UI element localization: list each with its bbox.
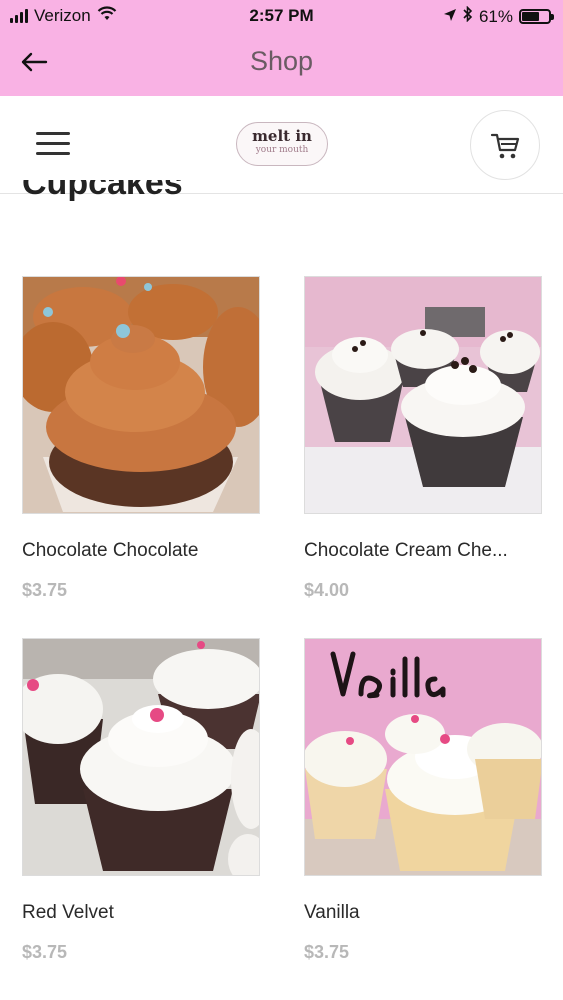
product-name: Red Velvet xyxy=(22,902,114,923)
location-arrow-icon xyxy=(443,7,457,27)
product-card[interactable]: Vanilla $3.75 xyxy=(304,638,542,963)
menu-icon xyxy=(36,132,70,155)
product-image-red-velvet[interactable] xyxy=(22,638,260,876)
status-bar: Verizon 2:57 PM 61% xyxy=(0,0,563,32)
logo-sub-text: your mouth xyxy=(255,145,309,155)
product-image-chocolate-chocolate[interactable] xyxy=(22,276,260,514)
product-name: Vanilla xyxy=(304,902,360,923)
cart-button[interactable] xyxy=(470,110,540,180)
battery-percent: 61% xyxy=(478,6,513,26)
product-price: $4.00 xyxy=(304,580,350,600)
logo-main-text: melt in xyxy=(252,127,312,145)
product-name: Chocolate Cream Che... xyxy=(304,540,508,561)
product-price: $3.75 xyxy=(304,942,350,962)
product-image-chocolate-cream-cheese[interactable] xyxy=(304,276,542,514)
cart-icon xyxy=(490,133,520,159)
page-title: Shop xyxy=(249,46,314,76)
menu-button[interactable] xyxy=(36,132,70,160)
product-card[interactable]: Chocolate Cream Che... $4.00 xyxy=(304,276,542,601)
bluetooth-icon xyxy=(463,5,473,27)
nav-bar: Shop xyxy=(0,36,563,92)
product-image-vanilla[interactable] xyxy=(304,638,542,876)
product-name: Chocolate Chocolate xyxy=(22,540,199,561)
product-card[interactable]: Chocolate Chocolate $3.75 xyxy=(22,276,260,601)
app-header: Verizon 2:57 PM 61% Shop xyxy=(0,0,563,96)
store-logo[interactable]: melt in your mouth xyxy=(236,122,328,166)
product-price: $3.75 xyxy=(22,580,68,600)
product-card[interactable]: Red Velvet $3.75 xyxy=(22,638,260,963)
product-price: $3.75 xyxy=(22,942,68,962)
battery-icon xyxy=(519,9,554,24)
